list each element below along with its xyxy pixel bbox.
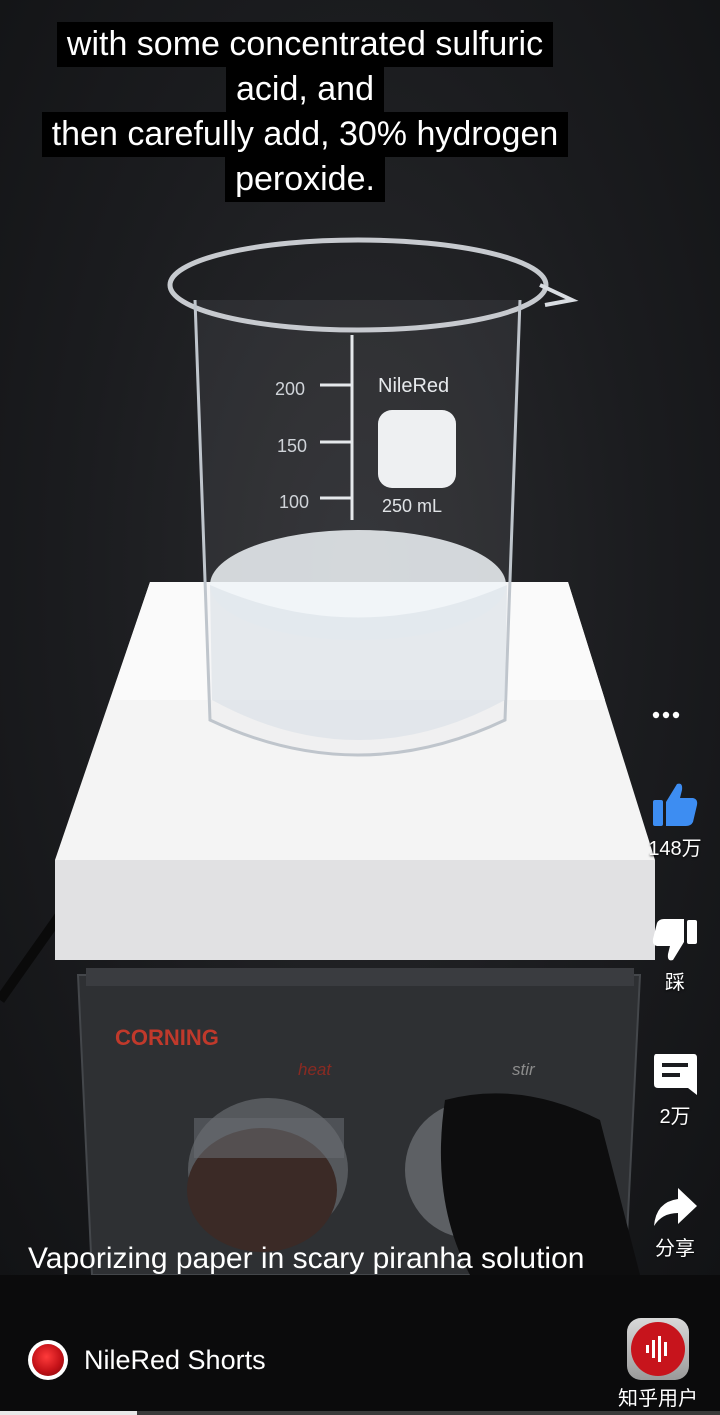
share-button[interactable]: 分享 bbox=[630, 1186, 720, 1261]
heat-label: heat bbox=[298, 1060, 332, 1079]
more-dots-icon[interactable] bbox=[651, 708, 681, 722]
zhihu-badge[interactable] bbox=[627, 1318, 689, 1380]
caption-line-1: with some concentrated sulfuric bbox=[56, 22, 554, 67]
video-progress-fill bbox=[0, 1411, 137, 1415]
share-label: 分享 bbox=[655, 1238, 695, 1260]
comment-count: 2万 bbox=[659, 1106, 691, 1128]
caption-line-4: peroxide. bbox=[225, 157, 385, 202]
thumbs-up-icon bbox=[653, 783, 698, 826]
video-progress-bar[interactable] bbox=[0, 1411, 720, 1415]
comment-button[interactable]: 2万 bbox=[630, 1050, 720, 1129]
video-player[interactable]: CORNING heat stir 200 150 100 NileRed 25… bbox=[0, 0, 720, 1275]
share-arrow-icon bbox=[654, 1188, 697, 1226]
channel-avatar[interactable] bbox=[28, 1340, 68, 1380]
hotplate-brand: CORNING bbox=[115, 1025, 219, 1050]
mark-200: 200 bbox=[275, 379, 305, 399]
zhihu-user[interactable]: 知乎用户 bbox=[612, 1318, 704, 1411]
caption-line-2: acid, and bbox=[226, 67, 384, 112]
thumbs-down-icon bbox=[652, 919, 697, 961]
beaker-volume: 250 mL bbox=[382, 496, 442, 516]
dislike-label: 踩 bbox=[665, 972, 685, 994]
mark-100: 100 bbox=[279, 492, 309, 512]
sound-wave-icon bbox=[646, 1336, 667, 1362]
mark-150: 150 bbox=[277, 436, 307, 456]
dislike-button[interactable]: 踩 bbox=[630, 918, 720, 995]
channel-name[interactable]: NileRed Shorts bbox=[84, 1345, 266, 1376]
beaker-brand: NileRed bbox=[378, 375, 449, 397]
caption-line-3: then carefully add, 30% hydrogen bbox=[41, 112, 569, 157]
video-title[interactable]: Vaporizing paper in scary piranha soluti… bbox=[28, 1238, 588, 1279]
like-count: 148万 bbox=[648, 838, 702, 860]
subtitle-caption: with some concentrated sulfuric acid, an… bbox=[0, 22, 610, 202]
comment-icon bbox=[654, 1054, 697, 1095]
stir-label: stir bbox=[512, 1060, 536, 1079]
zhihu-user-label: 知乎用户 bbox=[618, 1388, 698, 1410]
channel-row[interactable]: NileRed Shorts bbox=[28, 1340, 266, 1380]
like-button[interactable]: 148万 bbox=[630, 782, 720, 861]
